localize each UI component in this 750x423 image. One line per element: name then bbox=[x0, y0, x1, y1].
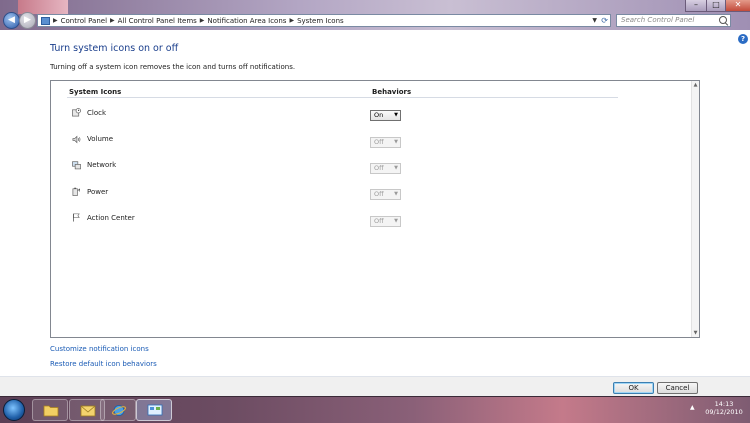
internet-explorer-icon bbox=[112, 405, 126, 416]
minimize-button[interactable]: – bbox=[685, 0, 707, 12]
clock-icon bbox=[72, 108, 81, 117]
row-label-power: Power bbox=[87, 188, 109, 196]
flag-icon bbox=[72, 213, 80, 222]
forward-button[interactable]: ▶ bbox=[19, 12, 36, 29]
maximize-button[interactable]: □ bbox=[706, 0, 726, 12]
scroll-down-icon[interactable]: ▼ bbox=[692, 330, 699, 336]
header-divider bbox=[67, 97, 618, 98]
refresh-icon[interactable]: ⟳ bbox=[601, 15, 608, 26]
clock-behavior-dropdown[interactable]: On ▼ bbox=[370, 110, 401, 121]
action-center-behavior-dropdown[interactable]: Off ▼ bbox=[370, 216, 401, 227]
control-panel-icon bbox=[41, 16, 50, 25]
start-button[interactable] bbox=[3, 399, 25, 421]
back-button[interactable]: ◀ bbox=[3, 12, 20, 29]
taskbar-clock[interactable]: 14:13 09/12/2010 bbox=[700, 400, 748, 416]
chevron-down-icon: ▼ bbox=[394, 218, 398, 224]
breadcrumb-control-panel[interactable]: Control Panel bbox=[61, 17, 107, 25]
power-behavior-dropdown[interactable]: Off ▼ bbox=[370, 189, 401, 200]
power-icon bbox=[72, 187, 80, 196]
chevron-right-icon[interactable]: ▶ bbox=[53, 17, 58, 24]
volume-behavior-value: Off bbox=[374, 138, 384, 146]
power-behavior-value: Off bbox=[374, 190, 384, 198]
ok-button[interactable]: OK bbox=[613, 382, 654, 394]
chevron-down-icon: ▼ bbox=[394, 139, 398, 145]
row-label-clock: Clock bbox=[87, 109, 107, 117]
folder-icon bbox=[43, 405, 59, 417]
search-input[interactable]: Search Control Panel bbox=[616, 14, 731, 27]
show-hidden-icons-arrow[interactable]: ▲ bbox=[690, 404, 695, 411]
address-bar[interactable]: ▶ Control Panel ▶ All Control Panel Item… bbox=[37, 14, 611, 27]
mail-icon bbox=[80, 405, 96, 417]
clock-date: 09/12/2010 bbox=[705, 408, 743, 416]
scroll-up-icon[interactable]: ▲ bbox=[692, 82, 699, 88]
row-label-action-center: Action Center bbox=[87, 214, 135, 222]
clock-time: 14:13 bbox=[714, 400, 734, 408]
breadcrumb-notification-area[interactable]: Notification Area Icons bbox=[207, 17, 286, 25]
close-button[interactable]: ✕ bbox=[725, 0, 750, 12]
chevron-down-icon: ▼ bbox=[394, 112, 398, 118]
row-label-network: Network bbox=[87, 161, 117, 169]
taskbar bbox=[0, 396, 750, 423]
column-header-behaviors: Behaviors bbox=[372, 88, 412, 96]
page-title: Turn system icons on or off bbox=[50, 43, 179, 54]
chevron-down-icon: ▼ bbox=[394, 191, 398, 197]
chevron-right-icon[interactable]: ▶ bbox=[200, 17, 205, 24]
vertical-scrollbar[interactable]: ▲ ▼ bbox=[691, 81, 699, 337]
taskbar-explorer-button[interactable] bbox=[32, 399, 68, 421]
address-dropdown-icon[interactable]: ▼ bbox=[592, 15, 597, 26]
chevron-right-icon[interactable]: ▶ bbox=[289, 17, 294, 24]
column-header-icons: System Icons bbox=[69, 88, 122, 96]
page-description: Turning off a system icon removes the ic… bbox=[50, 63, 296, 71]
row-label-volume: Volume bbox=[87, 135, 114, 143]
search-icon[interactable] bbox=[719, 16, 727, 24]
help-icon[interactable]: ? bbox=[738, 34, 748, 44]
volume-icon bbox=[72, 135, 81, 144]
network-behavior-dropdown[interactable]: Off ▼ bbox=[370, 163, 401, 174]
restore-default-behaviors-link[interactable]: Restore default icon behaviors bbox=[50, 360, 157, 368]
control-panel-icon bbox=[147, 404, 163, 416]
taskbar-ie-button[interactable] bbox=[100, 399, 136, 421]
taskbar-control-panel-button[interactable] bbox=[136, 399, 172, 421]
chevron-right-icon[interactable]: ▶ bbox=[110, 17, 115, 24]
window-title-bar: – □ ✕ ◀ ▶ ▶ Control Panel ▶ All Control … bbox=[0, 0, 750, 30]
breadcrumb-system-icons[interactable]: System Icons bbox=[297, 17, 344, 25]
network-icon bbox=[72, 161, 81, 170]
volume-behavior-dropdown[interactable]: Off ▼ bbox=[370, 137, 401, 148]
customize-notification-icons-link[interactable]: Customize notification icons bbox=[50, 345, 149, 353]
chevron-down-icon: ▼ bbox=[394, 165, 398, 171]
breadcrumb-all-items[interactable]: All Control Panel Items bbox=[118, 17, 197, 25]
action-center-behavior-value: Off bbox=[374, 217, 384, 225]
search-placeholder: Search Control Panel bbox=[621, 16, 695, 24]
cancel-button[interactable]: Cancel bbox=[657, 382, 698, 394]
network-behavior-value: Off bbox=[374, 164, 384, 172]
clock-behavior-value: On bbox=[374, 111, 384, 119]
